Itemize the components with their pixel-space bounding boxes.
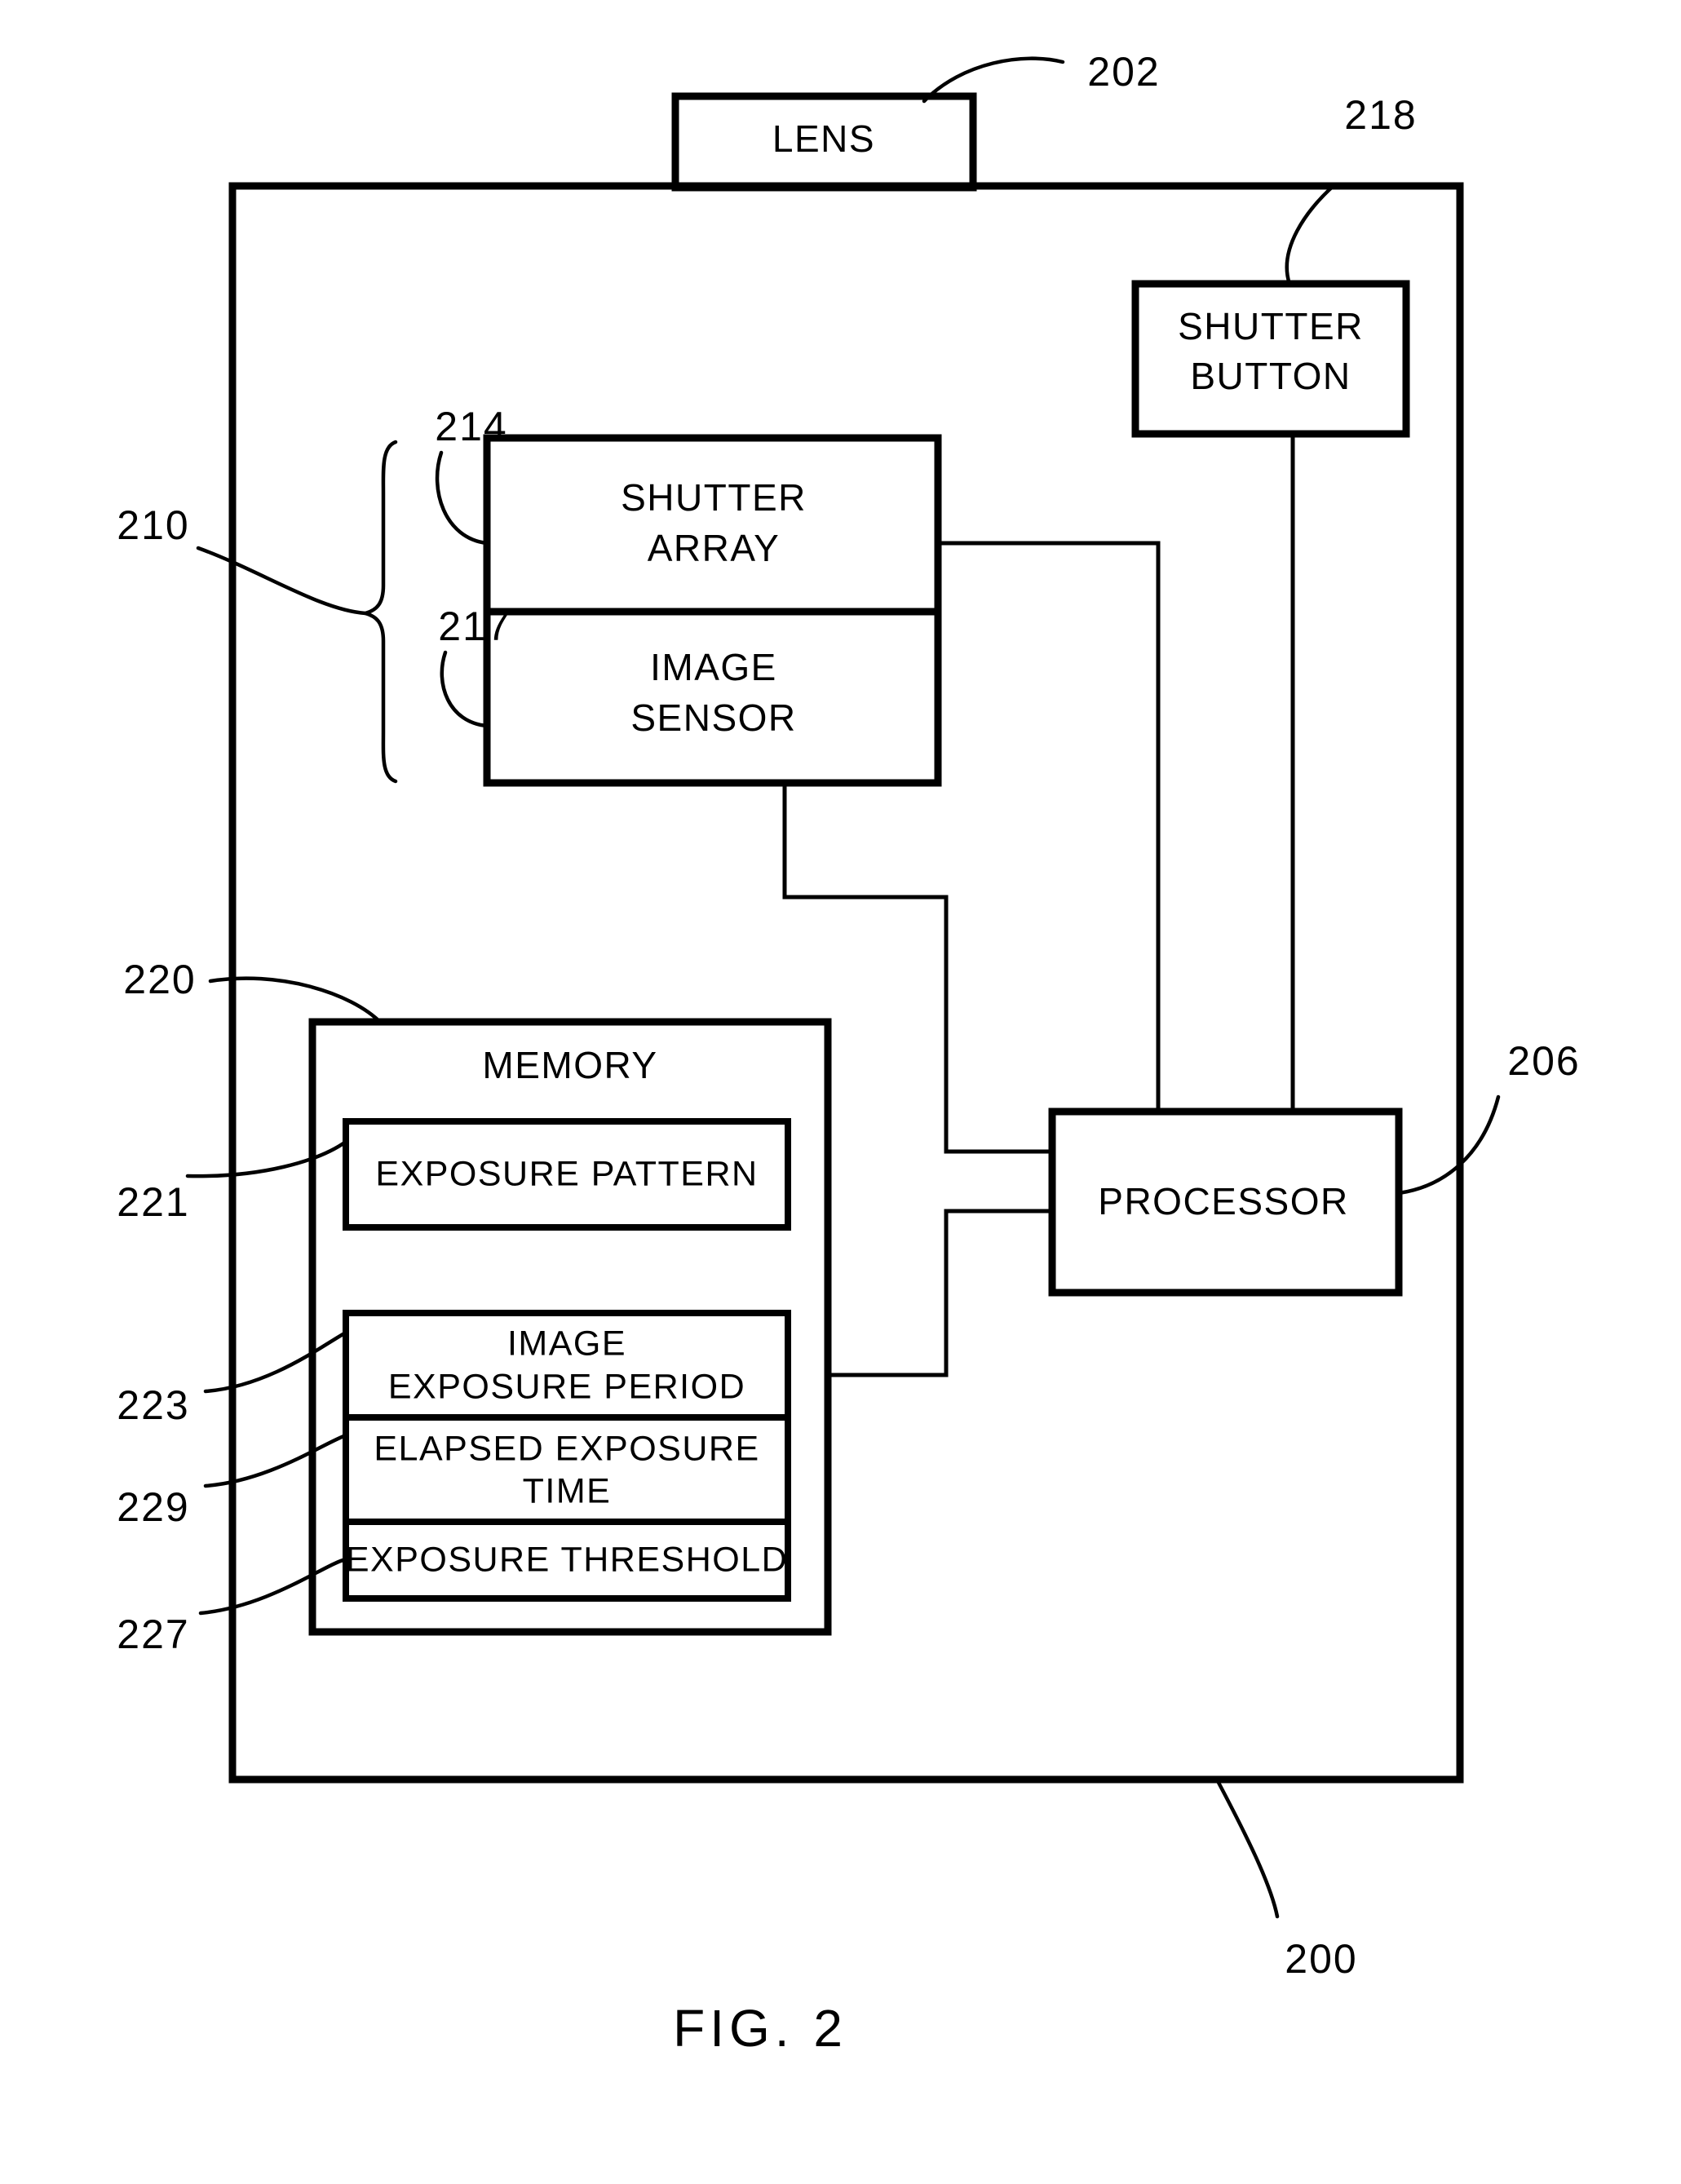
ref-206: 206 bbox=[1507, 1038, 1580, 1084]
ref-229: 229 bbox=[117, 1484, 189, 1530]
processor-label: PROCESSOR bbox=[1098, 1180, 1348, 1222]
leader-line-229 bbox=[203, 1433, 348, 1488]
leader-line-214 bbox=[435, 450, 489, 546]
shutter-button-label-line1: SHUTTER bbox=[1178, 305, 1364, 347]
ref-220: 220 bbox=[123, 957, 196, 1002]
elapsed-exposure-time-label-line2: TIME bbox=[523, 1471, 612, 1510]
patent-figure-sheet: LENS 202 SHUTTER BUTTON 218 SHUTTER ARRA… bbox=[0, 0, 1681, 2184]
shutter-array-label-line2: ARRAY bbox=[648, 527, 781, 569]
leader-line-217 bbox=[440, 650, 489, 728]
leader-line-210 bbox=[196, 546, 368, 616]
wire-shutter-array-to-processor bbox=[938, 541, 1161, 1112]
image-exposure-period-label-line1: IMAGE bbox=[507, 1324, 626, 1363]
leader-line-200 bbox=[1214, 1777, 1280, 1919]
figure-caption: FIG. 2 bbox=[673, 1999, 847, 2058]
leader-line-227 bbox=[198, 1557, 348, 1616]
lens-label: LENS bbox=[772, 117, 875, 160]
shutter-array-label-line1: SHUTTER bbox=[621, 476, 807, 519]
ref-221: 221 bbox=[117, 1179, 189, 1225]
ref-217: 217 bbox=[438, 603, 511, 649]
ref-223: 223 bbox=[117, 1382, 189, 1428]
exposure-threshold-label: EXPOSURE THRESHOLD bbox=[346, 1540, 788, 1579]
image-exposure-period-label-line2: EXPOSURE PERIOD bbox=[388, 1367, 745, 1406]
ref-200: 200 bbox=[1285, 1936, 1357, 1982]
image-sensor-label-line2: SENSOR bbox=[630, 696, 796, 739]
figure-2-diagram: LENS 202 SHUTTER BUTTON 218 SHUTTER ARRA… bbox=[117, 49, 1580, 2058]
leader-line-223 bbox=[203, 1330, 348, 1394]
elapsed-exposure-time-label-line1: ELAPSED EXPOSURE bbox=[374, 1429, 759, 1468]
leader-line-218 bbox=[1285, 182, 1338, 286]
ref-218: 218 bbox=[1344, 92, 1417, 138]
shutter-button-label-line2: BUTTON bbox=[1190, 355, 1351, 397]
wire-memory-to-processor bbox=[828, 1209, 1052, 1377]
ref-202: 202 bbox=[1087, 49, 1160, 95]
leader-line-221 bbox=[185, 1139, 348, 1178]
ref-214: 214 bbox=[435, 404, 507, 449]
sensor-assembly-brace bbox=[358, 440, 398, 784]
ref-227: 227 bbox=[117, 1611, 189, 1657]
leader-line-206 bbox=[1396, 1094, 1501, 1196]
ref-210: 210 bbox=[117, 502, 189, 548]
memory-label: MEMORY bbox=[482, 1044, 657, 1086]
image-sensor-label-line1: IMAGE bbox=[650, 646, 777, 688]
exposure-pattern-label: EXPOSURE PATTERN bbox=[375, 1154, 758, 1193]
